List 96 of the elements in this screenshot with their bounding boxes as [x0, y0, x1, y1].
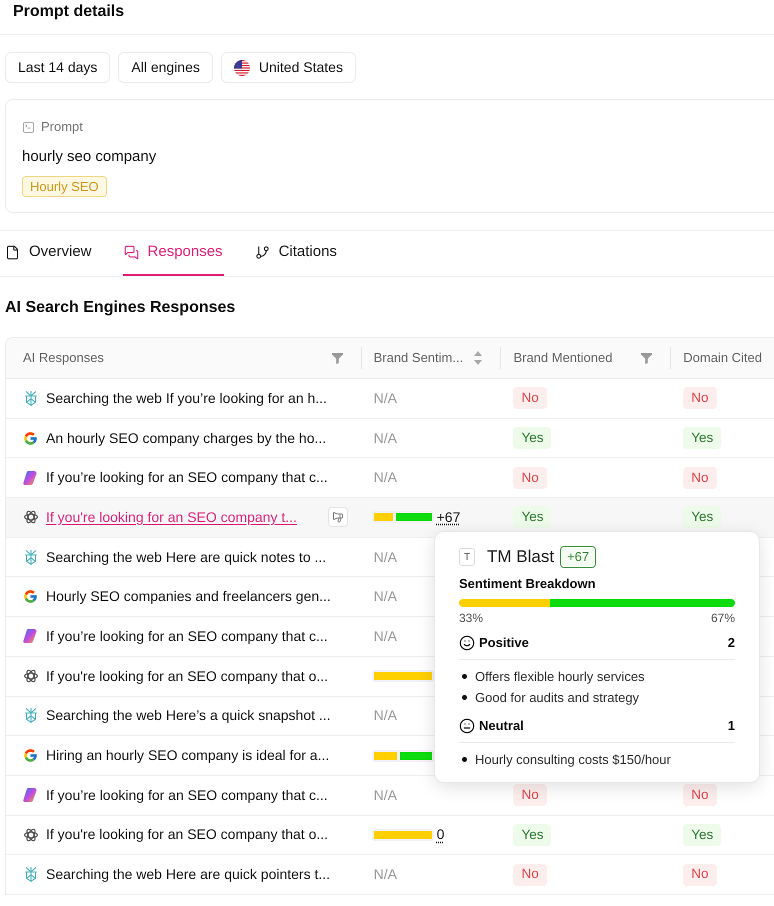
bullet-icon	[462, 757, 467, 762]
sentiment-value: N/A	[374, 626, 397, 646]
burst-icon	[24, 867, 36, 882]
filter-chip[interactable]: United States	[220, 52, 356, 83]
mentioned-status: No	[513, 387, 547, 410]
sentiment-value: N/A	[374, 865, 397, 884]
filter-icon[interactable]	[641, 352, 652, 364]
sort-icon[interactable]	[474, 351, 482, 365]
column-header[interactable]: Brand Mentioned	[513, 348, 612, 368]
prompt-tag: Hourly SEO	[22, 176, 107, 197]
gradient-logo-icon	[23, 788, 38, 802]
brand-name: TM Blast	[487, 546, 554, 568]
response-text: An hourly SEO company charges by the ho...	[46, 428, 326, 448]
atom-icon	[24, 669, 38, 684]
branch-icon	[254, 245, 270, 260]
sentiment-value: N/A	[374, 428, 397, 448]
atom-icon	[24, 828, 38, 842]
mentioned-status: Yes	[513, 506, 552, 528]
filter-chip[interactable]: All engines	[118, 52, 213, 83]
response-text: If you're looking for an SEO company that o...	[46, 825, 328, 844]
terminal-icon	[22, 120, 35, 134]
flag-icon	[234, 60, 250, 76]
atom-icon	[24, 510, 38, 524]
burst-icon	[24, 390, 36, 406]
response-text: Searching the web Here’s a quick snapshot ...	[46, 706, 331, 726]
page-title: Prompt details	[13, 4, 124, 20]
bullet-icon	[462, 674, 467, 679]
sentiment-value: N/A	[374, 548, 397, 567]
response-link[interactable]: If you're looking for an SEO company t...	[46, 506, 297, 528]
document-icon	[5, 245, 20, 260]
g-logo-icon	[23, 589, 38, 604]
sentiment-score: +67	[436, 508, 460, 527]
response-text: If you're looking for an SEO company that o...	[46, 666, 328, 686]
column-header[interactable]: Domain Cited	[683, 348, 762, 368]
bullet-icon	[462, 695, 467, 700]
cited-status: Yes	[683, 824, 722, 846]
mentioned-status: No	[513, 784, 547, 806]
mentioned-status: No	[513, 466, 547, 489]
response-text: If you’re looking for an SEO company that c...	[46, 626, 328, 646]
filter-chip[interactable]: Last 14 days	[5, 52, 110, 83]
sentiment-group-label: Positive	[479, 634, 529, 652]
table-row[interactable]: If you're looking for an SEO company that o... 0 Yes Yes	[6, 816, 774, 856]
response-text: Searching the web If you’re looking for an h...	[46, 388, 327, 408]
gradient-logo-icon	[23, 470, 38, 485]
response-text: Hourly SEO companies and freelancers gen...	[46, 587, 331, 606]
cited-status: No	[683, 466, 717, 489]
table-row[interactable]: If you're looking for an SEO company t... +67 Yes Yes	[6, 498, 774, 538]
response-text: Searching the web Here are quick notes to ...	[46, 548, 326, 567]
g-logo-icon	[23, 748, 38, 764]
mentioned-status: No	[513, 864, 547, 886]
brand-avatar: T	[459, 548, 475, 566]
megaphone-icon	[332, 511, 344, 524]
response-text: Searching the web Here are quick pointers t...	[46, 865, 330, 884]
cited-status: No	[683, 784, 717, 806]
group-count: 1	[728, 717, 735, 736]
neutral-face-icon	[459, 718, 475, 734]
cited-status: No	[683, 387, 717, 410]
response-text: If you’re looking for an SEO company that c...	[46, 468, 328, 488]
group-count: 2	[728, 634, 735, 652]
cited-status: Yes	[683, 427, 722, 450]
mentioned-status: Yes	[513, 824, 552, 846]
sentiment-value: N/A	[374, 388, 397, 408]
sentiment-value: N/A	[374, 706, 397, 726]
percentage-label: 67%	[710, 610, 735, 627]
table-row[interactable]: An hourly SEO company charges by the ho... N/A Yes Yes	[6, 418, 774, 458]
section-title: AI Search Engines Responses	[5, 298, 236, 318]
sentiment-value: N/A	[374, 587, 397, 606]
burst-icon	[24, 708, 36, 724]
cited-status: No	[683, 864, 717, 886]
sentiment-score: 0	[436, 825, 444, 844]
point-text: Offers flexible hourly services	[475, 668, 645, 686]
tab[interactable]: Responses	[122, 231, 224, 276]
burst-icon	[24, 550, 36, 565]
tab[interactable]: Overview	[5, 231, 92, 276]
percentage-label: 33%	[459, 610, 484, 627]
sentiment-value: N/A	[374, 468, 397, 488]
cited-status: Yes	[683, 506, 722, 528]
filter-icon[interactable]	[332, 352, 343, 364]
sentiment-score: +67	[560, 546, 596, 568]
sentiment-value: N/A	[374, 786, 397, 805]
prompt-label: Prompt	[41, 118, 83, 136]
smile-icon	[459, 635, 475, 651]
chat-icon	[124, 245, 139, 260]
megaphone-button[interactable]	[328, 507, 348, 528]
sentiment-group-label: Neutral	[479, 717, 524, 736]
column-header[interactable]: Brand Sentim...	[374, 348, 464, 368]
g-logo-icon	[23, 430, 38, 446]
gradient-logo-icon	[23, 629, 38, 644]
response-text: If you’re looking for an SEO company that c...	[46, 786, 328, 805]
prompt-text: hourly seo company	[22, 146, 156, 167]
point-text: Hourly consulting costs $150/hour	[475, 750, 671, 769]
column-header[interactable]: AI Responses	[23, 348, 104, 368]
breakdown-title: Sentiment Breakdown	[459, 575, 596, 594]
response-text: Hiring an hourly SEO company is ideal for a...	[46, 746, 330, 766]
mentioned-status: Yes	[513, 427, 552, 450]
tab[interactable]: Citations	[254, 231, 337, 276]
